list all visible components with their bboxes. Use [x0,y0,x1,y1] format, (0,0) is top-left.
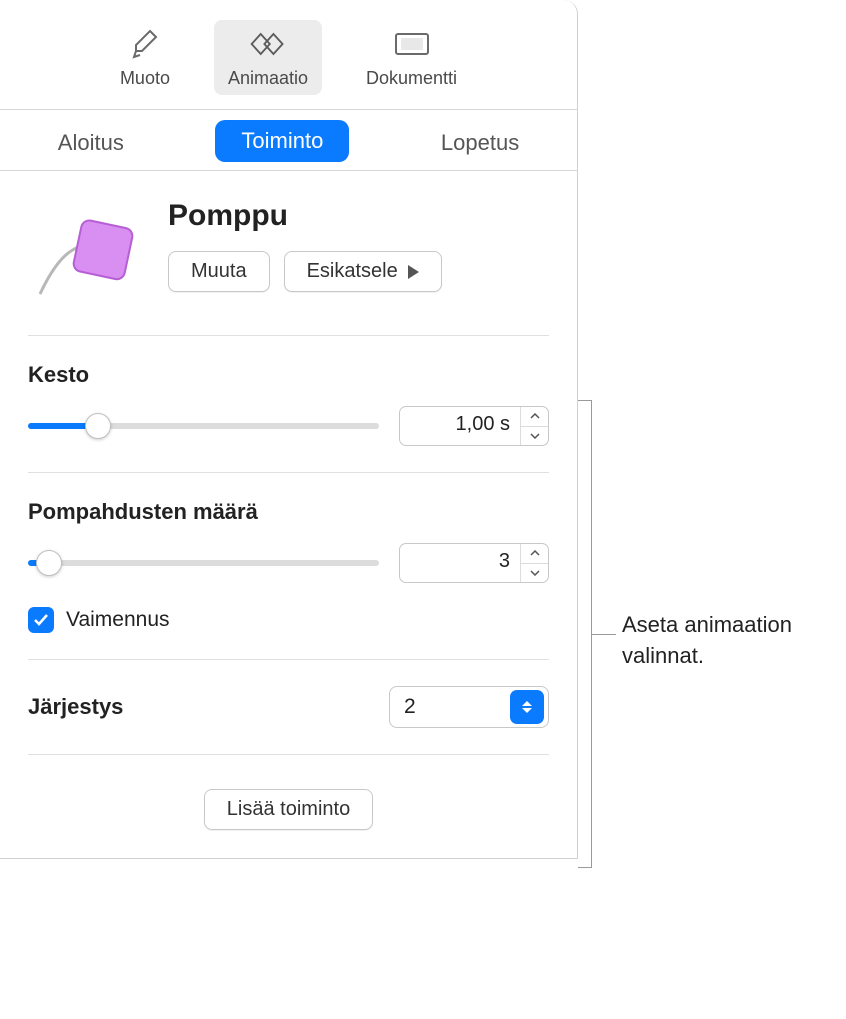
play-icon [408,265,419,279]
duration-value-box: 1,00 s [399,406,549,446]
bounces-section: Pompahdusten määrä 3 [28,499,549,660]
duration-section: Kesto 1,00 s [28,362,549,473]
toolbar-format-label: Muoto [120,68,170,89]
tab-action[interactable]: Toiminto [215,120,349,162]
paintbrush-icon [125,26,165,62]
effect-header: Pomppu Muuta Esikatsele [28,199,549,336]
bounces-value-box: 3 [399,543,549,583]
preview-button-label: Esikatsele [307,260,398,283]
toolbar-animate[interactable]: Animaatio [214,20,322,95]
duration-stepper [520,407,548,445]
callout-line [592,634,616,635]
callout-bracket [578,400,592,868]
document-icon [392,26,432,62]
bounces-step-up[interactable] [521,544,548,564]
order-value: 2 [390,695,506,719]
inspector-panel: Muoto Animaatio Dokumentti Aloitus Toimi [0,0,578,859]
animation-tabs: Aloitus Toiminto Lopetus [0,110,577,171]
decay-row: Vaimennus [28,607,549,633]
decay-label: Vaimennus [66,608,170,632]
change-button[interactable]: Muuta [168,251,270,292]
diamonds-icon [248,26,288,62]
duration-slider[interactable] [28,414,379,438]
duration-step-up[interactable] [521,407,548,427]
duration-value[interactable]: 1,00 s [400,407,520,445]
order-label: Järjestys [28,694,123,720]
tab-build-in[interactable]: Aloitus [34,120,148,170]
bounces-label: Pompahdusten määrä [28,499,549,525]
toolbar-document-label: Dokumentti [366,68,457,89]
bounce-effect-icon [28,199,148,309]
inspector-content: Pomppu Muuta Esikatsele Kesto [0,171,577,858]
toolbar-document[interactable]: Dokumentti [352,20,471,95]
preview-button[interactable]: Esikatsele [284,251,442,292]
inspector-toolbar: Muoto Animaatio Dokumentti [0,0,577,110]
tab-build-out[interactable]: Lopetus [417,120,543,170]
callout-text: Aseta animaation valinnat. [622,610,836,672]
decay-checkbox[interactable] [28,607,54,633]
bounces-value[interactable]: 3 [400,544,520,582]
add-action-label: Lisää toiminto [227,798,350,821]
chevron-up-down-icon [510,690,544,724]
duration-step-down[interactable] [521,427,548,446]
add-action-button[interactable]: Lisää toiminto [204,789,373,830]
bounces-stepper [520,544,548,582]
toolbar-animate-label: Animaatio [228,68,308,89]
effect-title: Pomppu [168,199,549,233]
duration-label: Kesto [28,362,549,388]
effect-info: Pomppu Muuta Esikatsele [168,199,549,292]
toolbar-format[interactable]: Muoto [106,20,184,95]
bounces-step-down[interactable] [521,564,548,583]
change-button-label: Muuta [191,260,247,283]
bounces-slider[interactable] [28,551,379,575]
order-select[interactable]: 2 [389,686,549,728]
order-section: Järjestys 2 [28,686,549,755]
